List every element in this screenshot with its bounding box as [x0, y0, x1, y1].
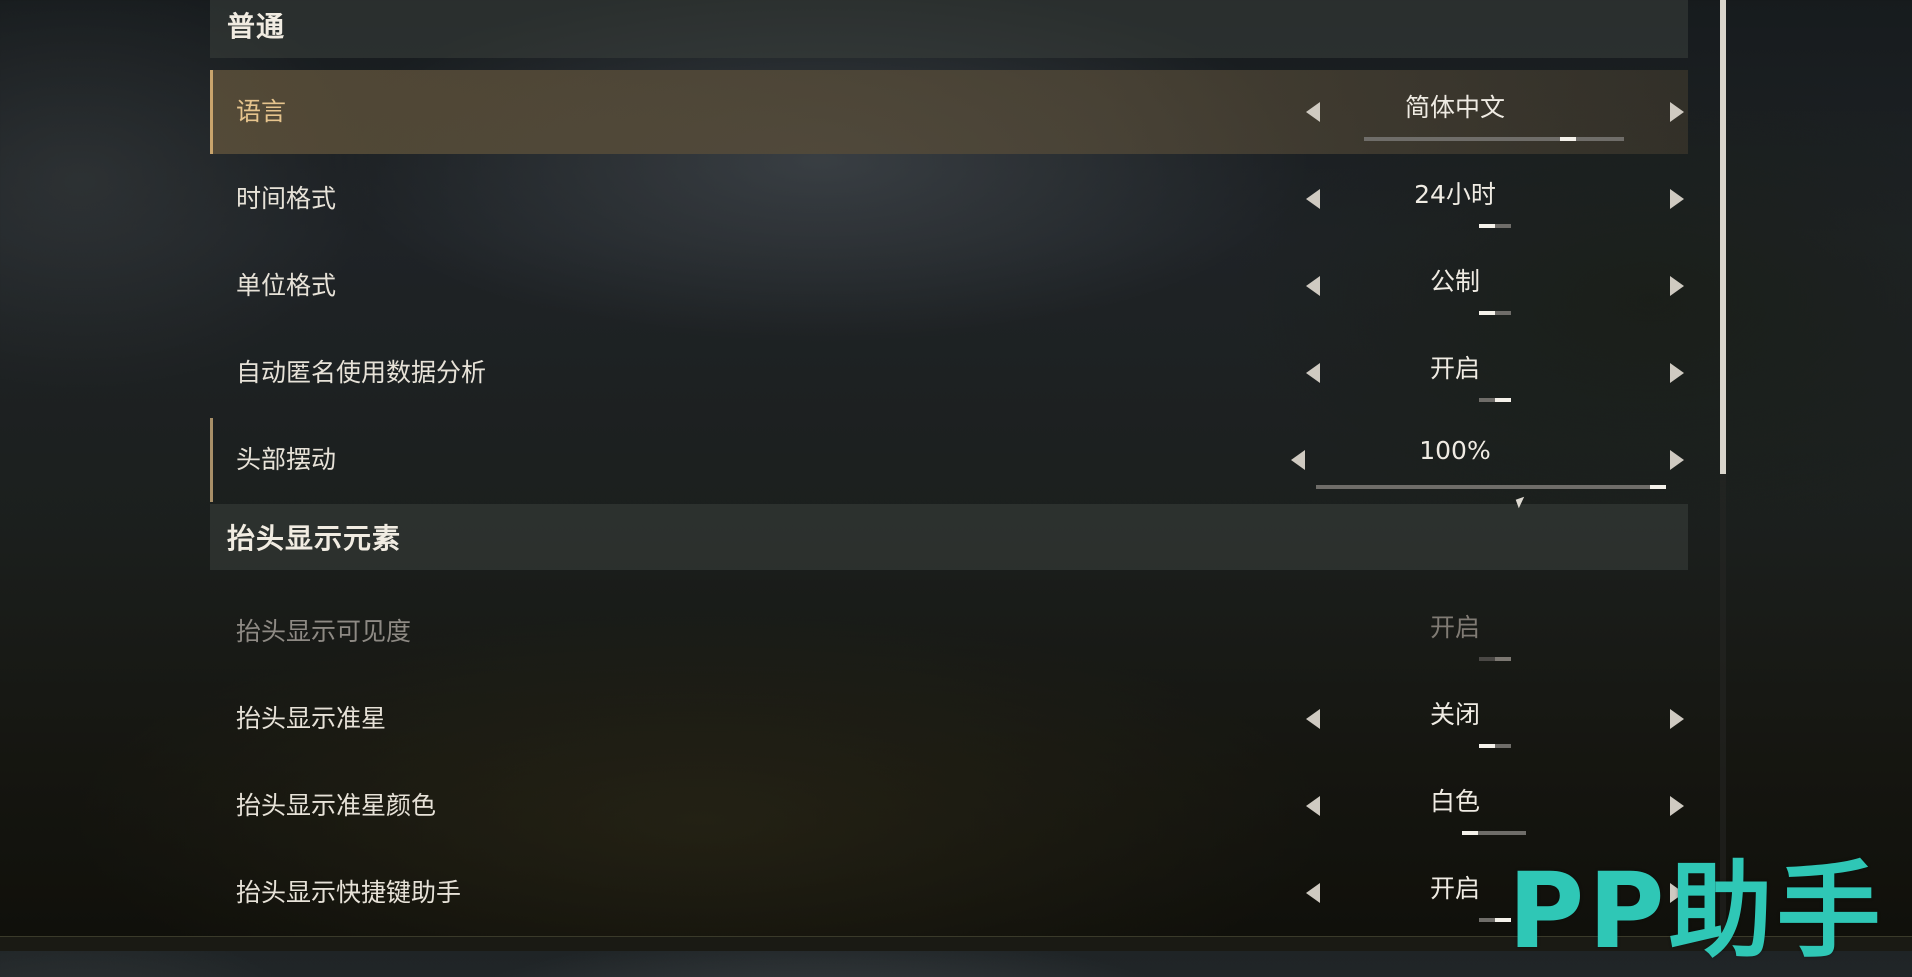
setting-label: 单位格式	[236, 271, 337, 300]
setting-row-hud-visibility: 抬头显示可见度 开启	[210, 590, 1688, 674]
arrow-right-icon[interactable]	[1670, 709, 1684, 729]
setting-row-unit-format[interactable]: 单位格式 公制	[210, 244, 1688, 328]
value-progress-fill	[1462, 831, 1478, 835]
arrow-right-icon[interactable]	[1670, 189, 1684, 209]
value-slider-track[interactable]	[1316, 485, 1666, 489]
value-progress-fill	[1479, 311, 1495, 315]
setting-value: 24小时	[1414, 180, 1496, 209]
value-progress-track	[1479, 224, 1511, 228]
setting-row-hud-crosshair-color[interactable]: 抬头显示准星颜色 白色	[210, 764, 1688, 848]
value-progress-track	[1479, 311, 1511, 315]
arrow-left-icon[interactable]	[1291, 450, 1305, 470]
setting-label: 抬头显示快捷键助手	[236, 878, 462, 907]
arrow-right-icon[interactable]	[1670, 102, 1684, 122]
value-progress-track	[1479, 398, 1511, 402]
setting-label: 自动匿名使用数据分析	[236, 358, 487, 387]
setting-label: 语言	[236, 97, 287, 126]
selection-accent	[210, 70, 213, 154]
setting-label: 头部摆动	[236, 445, 337, 474]
value-progress-track	[1479, 657, 1511, 661]
setting-value: 公制	[1429, 267, 1480, 296]
setting-row-hud-hotkey-helper[interactable]: 抬头显示快捷键助手 开启	[210, 851, 1688, 935]
setting-value: 关闭	[1429, 700, 1480, 729]
setting-label: 时间格式	[236, 184, 337, 213]
setting-label: 抬头显示可见度	[236, 617, 412, 646]
arrow-right-icon[interactable]	[1670, 276, 1684, 296]
arrow-right-icon[interactable]	[1670, 363, 1684, 383]
setting-row-time-format[interactable]: 时间格式 24小时	[210, 157, 1688, 241]
scrollbar-thumb[interactable]	[1720, 0, 1726, 474]
section-header-hud: 抬头显示元素	[210, 504, 1688, 570]
setting-row-analytics[interactable]: 自动匿名使用数据分析 开启	[210, 331, 1688, 415]
section-title: 普通	[227, 10, 286, 43]
value-progress-track	[1364, 137, 1624, 141]
arrow-right-icon[interactable]	[1670, 450, 1684, 470]
setting-label: 抬头显示准星颜色	[236, 791, 437, 820]
row-accent	[210, 418, 213, 502]
settings-panel: 普通 语言 简体中文 时间格式 24小时 单位格式 公制 自动匿名使用数据分析 …	[210, 0, 1688, 950]
section-title: 抬头显示元素	[227, 522, 402, 555]
setting-row-hud-crosshair[interactable]: 抬头显示准星 关闭	[210, 677, 1688, 761]
setting-value: 白色	[1429, 787, 1480, 816]
setting-row-head-bob[interactable]: 头部摆动 100%	[210, 418, 1688, 502]
value-progress-fill	[1495, 398, 1511, 402]
value-progress-fill	[1560, 137, 1576, 141]
setting-value: 开启	[1429, 613, 1480, 642]
setting-row-language[interactable]: 语言 简体中文	[210, 70, 1688, 154]
value-progress-fill	[1495, 657, 1511, 661]
section-header-general: 普通	[210, 0, 1688, 58]
value-progress-fill	[1479, 224, 1495, 228]
watermark-logo: PP助手	[1508, 850, 1885, 972]
setting-value: 开启	[1429, 354, 1480, 383]
value-progress-track	[1479, 918, 1511, 922]
value-slider-handle[interactable]	[1650, 485, 1666, 489]
arrow-right-icon[interactable]	[1670, 796, 1684, 816]
value-progress-track	[1479, 744, 1511, 748]
value-progress-fill	[1479, 744, 1495, 748]
setting-value: 简体中文	[1404, 93, 1505, 122]
setting-value: 100%	[1419, 436, 1491, 465]
setting-label: 抬头显示准星	[236, 704, 387, 733]
